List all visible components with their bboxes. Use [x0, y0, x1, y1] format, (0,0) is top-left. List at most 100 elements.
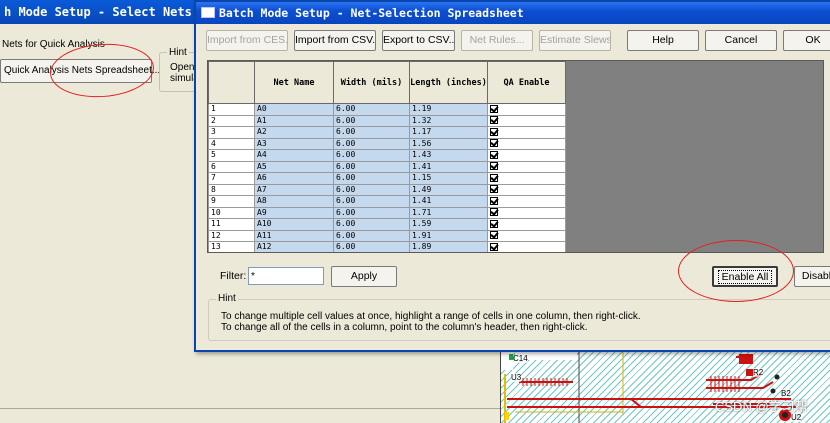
- row-number[interactable]: 6: [208, 160, 255, 173]
- length-cell[interactable]: 1.32: [409, 114, 488, 127]
- column-header-net-name[interactable]: Net Name: [254, 61, 334, 104]
- length-cell[interactable]: 1.41: [409, 160, 488, 173]
- table-row[interactable]: 7 A6 6.00 1.15: [208, 172, 566, 185]
- net-spreadsheet[interactable]: Net Name Width (mils) Length (inches) QA…: [207, 60, 824, 253]
- row-number[interactable]: 7: [208, 172, 255, 185]
- qa-enable-checkbox[interactable]: [490, 185, 498, 194]
- length-cell[interactable]: 1.41: [409, 195, 488, 208]
- width-cell[interactable]: 6.00: [333, 137, 410, 150]
- qa-enable-checkbox[interactable]: [490, 104, 498, 113]
- net-name-cell[interactable]: A6: [254, 172, 334, 185]
- width-cell[interactable]: 6.00: [333, 126, 410, 139]
- table-row[interactable]: 11 A10 6.00 1.59: [208, 218, 566, 231]
- row-number[interactable]: 13: [208, 241, 255, 252]
- table-row[interactable]: 9 A8 6.00 1.41: [208, 195, 566, 208]
- row-number[interactable]: 1: [208, 103, 255, 116]
- apply-button[interactable]: Apply: [331, 266, 397, 287]
- net-name-cell[interactable]: A9: [254, 206, 334, 219]
- qa-enable-checkbox[interactable]: [490, 208, 498, 217]
- qa-enable-cell[interactable]: [487, 172, 566, 185]
- table-row[interactable]: 1 A0 6.00 1.19: [208, 103, 566, 116]
- column-header-qa-enable[interactable]: QA Enable: [487, 61, 566, 104]
- row-number[interactable]: 2: [208, 114, 255, 127]
- qa-enable-checkbox[interactable]: [490, 173, 498, 182]
- net-name-cell[interactable]: A7: [254, 183, 334, 196]
- width-cell[interactable]: 6.00: [333, 160, 410, 173]
- width-cell[interactable]: 6.00: [333, 218, 410, 231]
- net-name-cell[interactable]: A3: [254, 137, 334, 150]
- cancel-button[interactable]: Cancel: [705, 30, 777, 51]
- export-to-csv-button[interactable]: Export to CSV...: [382, 30, 455, 51]
- qa-enable-cell[interactable]: [487, 149, 566, 162]
- table-row[interactable]: 2 A1 6.00 1.32: [208, 114, 566, 127]
- table-row[interactable]: 3 A2 6.00 1.17: [208, 126, 566, 139]
- qa-enable-cell[interactable]: [487, 206, 566, 219]
- disable-all-button[interactable]: Disabl: [794, 266, 830, 287]
- table-row[interactable]: 10 A9 6.00 1.71: [208, 206, 566, 219]
- dialog-title-bar[interactable]: Batch Mode Setup - Net-Selection Spreads…: [196, 2, 830, 24]
- width-cell[interactable]: 6.00: [333, 172, 410, 185]
- help-button[interactable]: Help: [627, 30, 699, 51]
- length-cell[interactable]: 1.17: [409, 126, 488, 139]
- net-name-cell[interactable]: A11: [254, 229, 334, 242]
- length-cell[interactable]: 1.59: [409, 218, 488, 231]
- net-name-cell[interactable]: A1: [254, 114, 334, 127]
- row-number[interactable]: 9: [208, 195, 255, 208]
- row-number[interactable]: 4: [208, 137, 255, 150]
- length-cell[interactable]: 1.43: [409, 149, 488, 162]
- qa-enable-cell[interactable]: [487, 218, 566, 231]
- net-name-cell[interactable]: A4: [254, 149, 334, 162]
- length-cell[interactable]: 1.15: [409, 172, 488, 185]
- qa-enable-cell[interactable]: [487, 114, 566, 127]
- qa-enable-cell[interactable]: [487, 137, 566, 150]
- qa-enable-checkbox[interactable]: [490, 219, 498, 228]
- qa-enable-cell[interactable]: [487, 103, 566, 116]
- column-header-width[interactable]: Width (mils): [333, 61, 410, 104]
- table-row[interactable]: 12 A11 6.00 1.91: [208, 229, 566, 242]
- table-row[interactable]: 5 A4 6.00 1.43: [208, 149, 566, 162]
- net-name-cell[interactable]: A0: [254, 103, 334, 116]
- estimate-slews-button[interactable]: Estimate Slews: [539, 30, 611, 51]
- qa-enable-checkbox[interactable]: [490, 242, 498, 251]
- length-cell[interactable]: 1.49: [409, 183, 488, 196]
- column-header-length[interactable]: Length (inches): [409, 61, 488, 104]
- corner-header[interactable]: [208, 61, 255, 104]
- row-number[interactable]: 5: [208, 149, 255, 162]
- length-cell[interactable]: 1.89: [409, 241, 488, 252]
- width-cell[interactable]: 6.00: [333, 103, 410, 116]
- table-row[interactable]: 4 A3 6.00 1.56: [208, 137, 566, 150]
- qa-enable-cell[interactable]: [487, 195, 566, 208]
- width-cell[interactable]: 6.00: [333, 149, 410, 162]
- width-cell[interactable]: 6.00: [333, 206, 410, 219]
- row-number[interactable]: 12: [208, 229, 255, 242]
- width-cell[interactable]: 6.00: [333, 114, 410, 127]
- qa-enable-checkbox[interactable]: [490, 139, 498, 148]
- net-name-cell[interactable]: A5: [254, 160, 334, 173]
- length-cell[interactable]: 1.19: [409, 103, 488, 116]
- table-row[interactable]: 8 A7 6.00 1.49: [208, 183, 566, 196]
- net-name-cell[interactable]: A8: [254, 195, 334, 208]
- width-cell[interactable]: 6.00: [333, 241, 410, 252]
- row-number[interactable]: 11: [208, 218, 255, 231]
- qa-enable-cell[interactable]: [487, 183, 566, 196]
- import-from-ces-button[interactable]: Import from CES...: [206, 30, 288, 51]
- net-name-cell[interactable]: A12: [254, 241, 334, 252]
- row-number[interactable]: 10: [208, 206, 255, 219]
- import-from-csv-button[interactable]: Import from CSV...: [294, 30, 376, 51]
- width-cell[interactable]: 6.00: [333, 229, 410, 242]
- length-cell[interactable]: 1.56: [409, 137, 488, 150]
- net-rules-button[interactable]: Net Rules...: [461, 30, 533, 51]
- qa-enable-checkbox[interactable]: [490, 150, 498, 159]
- qa-enable-checkbox[interactable]: [490, 116, 498, 125]
- table-row[interactable]: 13 A12 6.00 1.89: [208, 241, 566, 252]
- qa-enable-checkbox[interactable]: [490, 196, 498, 205]
- net-name-cell[interactable]: A10: [254, 218, 334, 231]
- ok-button[interactable]: OK: [783, 30, 830, 51]
- qa-enable-checkbox[interactable]: [490, 231, 498, 240]
- width-cell[interactable]: 6.00: [333, 195, 410, 208]
- qa-enable-cell[interactable]: [487, 229, 566, 242]
- length-cell[interactable]: 1.91: [409, 229, 488, 242]
- qa-enable-cell[interactable]: [487, 126, 566, 139]
- qa-enable-checkbox[interactable]: [490, 127, 498, 136]
- filter-input[interactable]: [248, 267, 324, 285]
